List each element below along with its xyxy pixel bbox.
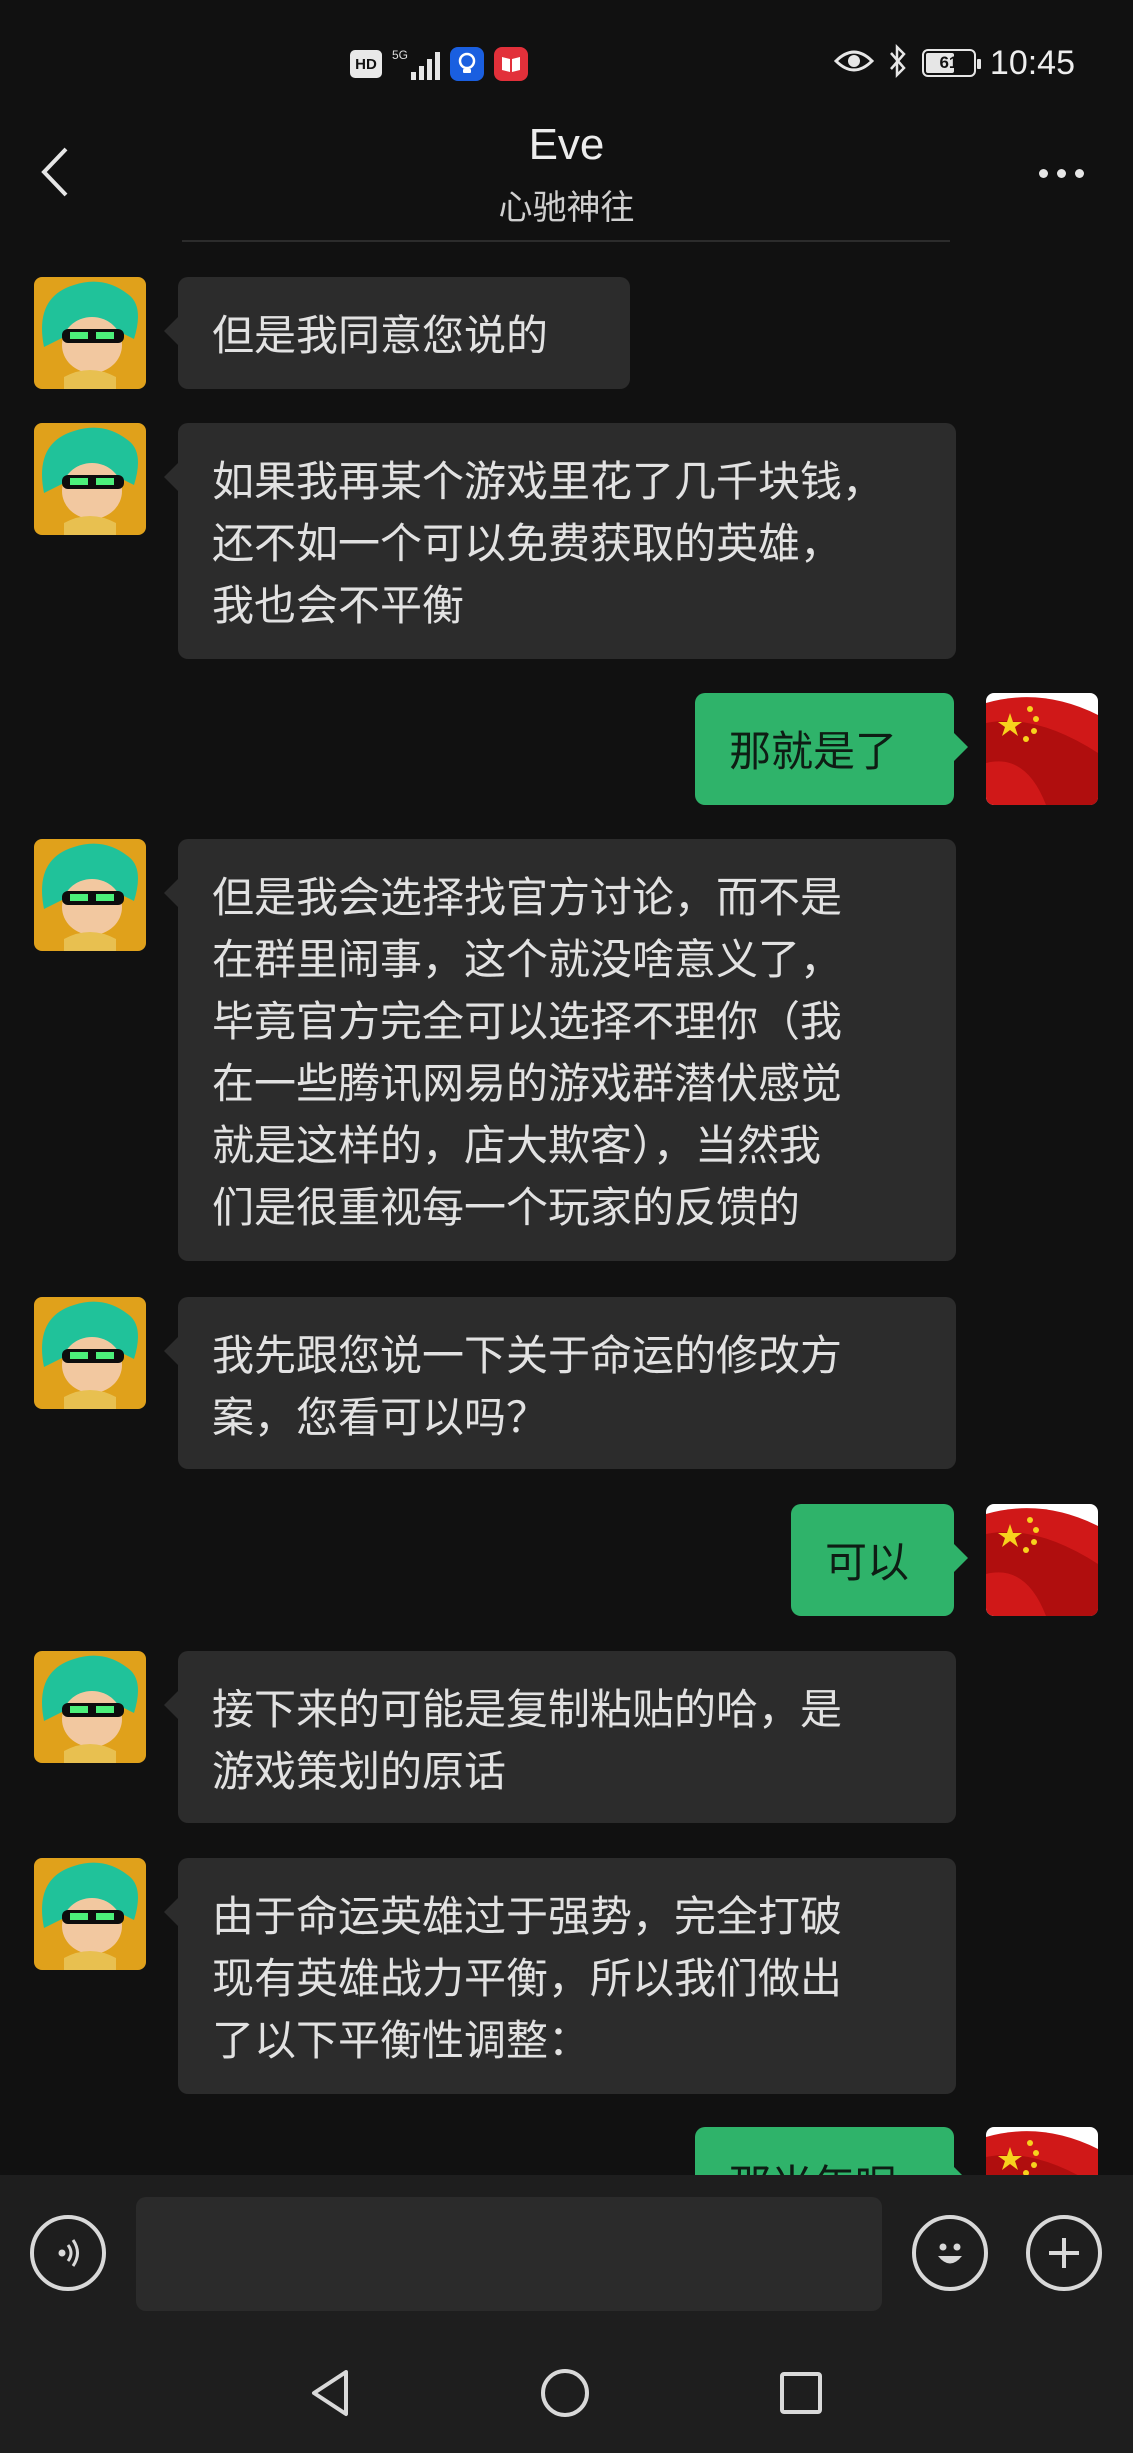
contact-avatar[interactable] [34, 277, 146, 389]
clock: 10:45 [989, 43, 1075, 82]
battery-icon: 61 [921, 49, 981, 77]
nav-home-button[interactable] [533, 2361, 597, 2425]
signal-icon: 5G [392, 48, 441, 80]
bluetooth-icon [888, 43, 908, 82]
contact-avatar[interactable] [34, 1858, 146, 1970]
message-bubble-incoming[interactable]: 由于命运英雄过于强势，完全打破 现有英雄战力平衡，所以我们做出 了以下平衡性调整… [164, 1858, 956, 2094]
my-avatar[interactable] [986, 693, 1098, 805]
voice-icon [58, 2239, 79, 2267]
network-type-label: 5G [392, 48, 409, 62]
my-avatar[interactable] [986, 1504, 1098, 1616]
message-bubble-incoming[interactable]: 但是我同意您说的 [164, 277, 630, 389]
message-bubble-incoming[interactable]: 接下来的可能是复制粘贴的哈，是 游戏策划的原话 [164, 1651, 956, 1823]
app-lightbulb-icon [450, 47, 485, 81]
plus-button[interactable] [1026, 2215, 1102, 2291]
more-options-button[interactable] [1031, 155, 1091, 191]
system-nav-bar [0, 2333, 1133, 2453]
plus-icon [1049, 2238, 1079, 2268]
emoji-button[interactable] [912, 2215, 988, 2291]
more-dots-icon [1038, 168, 1048, 178]
input-bar [0, 2175, 1133, 2333]
contact-avatar[interactable] [34, 839, 146, 951]
nav-home-icon [541, 2369, 589, 2417]
message-bubble-outgoing[interactable]: 那就是了 [695, 693, 968, 805]
message-input[interactable] [136, 2197, 882, 2311]
hd-icon: HD [350, 50, 382, 78]
message-bubble-outgoing[interactable]: 那当年呢 [695, 2127, 968, 2175]
voice-button[interactable] [30, 2215, 106, 2291]
message-bubble-incoming[interactable]: 但是我会选择找官方讨论，而不是 在群里闹事，这个就没啥意义了， 毕竟官方完全可以… [164, 839, 956, 1261]
message-bubble-incoming[interactable]: 我先跟您说一下关于命运的修改方 案，您看可以吗？ [164, 1297, 956, 1469]
message-bubble-outgoing[interactable]: 可以 [791, 1504, 968, 1616]
contact-avatar[interactable] [34, 1651, 146, 1763]
nav-back-icon [312, 2370, 348, 2416]
nav-recent-icon [780, 2372, 822, 2414]
my-avatar[interactable] [986, 2127, 1098, 2175]
message-list[interactable]: 但是我同意您说的 如果我再某个游戏里花了几千块钱， 还不如一个可以免费获取的英雄… [0, 240, 1133, 2175]
contact-avatar[interactable] [34, 423, 146, 535]
eye-icon [833, 47, 875, 79]
chat-header: Eve 心驰神往 [0, 110, 1133, 242]
nav-recent-button[interactable] [769, 2361, 833, 2425]
app-book-icon [494, 47, 529, 81]
status-bar-right-icons: 61 10:45 [833, 40, 1075, 86]
contact-name: Eve [528, 120, 605, 169]
contact-status: 心驰神往 [498, 188, 635, 228]
nav-back-button[interactable] [298, 2361, 362, 2425]
status-bar-left-icons: HD 5G [350, 42, 529, 86]
contact-avatar[interactable] [34, 1297, 146, 1409]
message-bubble-incoming[interactable]: 如果我再某个游戏里花了几千块钱， 还不如一个可以免费获取的英雄， 我也会不平衡 [164, 423, 956, 659]
battery-percent: 61 [939, 53, 959, 72]
emoji-icon [938, 2243, 962, 2264]
